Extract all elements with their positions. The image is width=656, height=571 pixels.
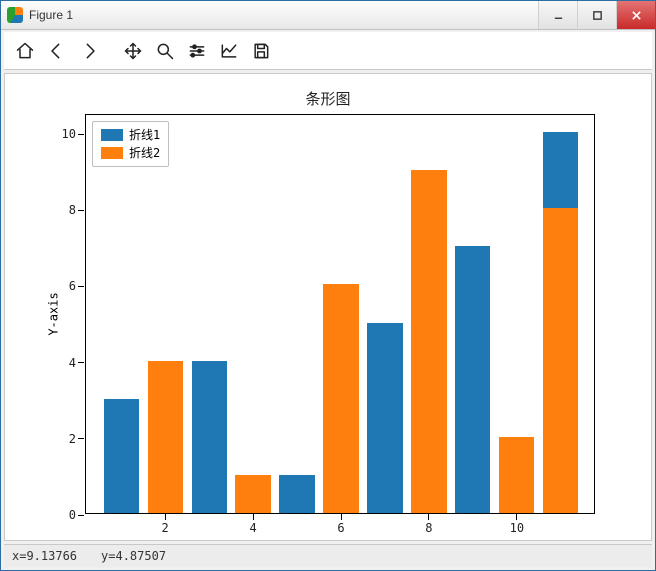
y-tick-label: 10 <box>62 127 86 141</box>
x-tick-label: 8 <box>425 513 432 535</box>
figure-window: Figure 1 条 <box>0 0 656 571</box>
window-buttons <box>538 1 655 29</box>
y-tick-label: 0 <box>69 508 86 522</box>
x-tick-label: 4 <box>249 513 256 535</box>
y-tick-label: 4 <box>69 356 86 370</box>
bar <box>367 323 402 513</box>
bar <box>235 475 270 513</box>
home-button[interactable] <box>10 36 40 66</box>
bar <box>543 208 578 513</box>
legend: 折线1 折线2 <box>92 121 169 167</box>
figure-canvas[interactable]: 条形图 折线1 折线2 X-axis Y-axis 0246810246810 <box>4 73 652 541</box>
minimize-button[interactable] <box>538 1 577 29</box>
bar <box>148 361 183 513</box>
toolbar <box>4 32 652 70</box>
x-tick-label: 2 <box>162 513 169 535</box>
y-tick-label: 8 <box>69 203 86 217</box>
titlebar[interactable]: Figure 1 <box>1 1 655 30</box>
forward-button[interactable] <box>74 36 104 66</box>
legend-label: 折线1 <box>129 126 160 144</box>
bar <box>411 170 446 513</box>
legend-item: 折线1 <box>101 126 160 144</box>
bar <box>192 361 227 513</box>
pan-button[interactable] <box>118 36 148 66</box>
x-axis-label: X-axis <box>86 539 594 541</box>
legend-item: 折线2 <box>101 144 160 162</box>
bar <box>279 475 314 513</box>
bar <box>323 284 358 513</box>
cursor-y: y=4.87507 <box>101 549 166 563</box>
bar <box>499 437 534 513</box>
x-tick-label: 6 <box>337 513 344 535</box>
legend-label: 折线2 <box>129 144 160 162</box>
bar <box>455 246 490 513</box>
cursor-x: x=9.13766 <box>12 549 77 563</box>
bar <box>104 399 139 513</box>
maximize-button[interactable] <box>577 1 616 29</box>
statusbar: x=9.13766 y=4.87507 <box>4 544 652 567</box>
x-tick-label: 10 <box>510 513 524 535</box>
zoom-button[interactable] <box>150 36 180 66</box>
app-icon <box>7 7 23 23</box>
window-title: Figure 1 <box>29 8 538 22</box>
save-button[interactable] <box>246 36 276 66</box>
legend-swatch-icon <box>101 147 123 159</box>
configure-subplots-button[interactable] <box>182 36 212 66</box>
axes[interactable]: 折线1 折线2 X-axis Y-axis 0246810246810 <box>85 114 595 514</box>
y-axis-label: Y-axis <box>47 292 61 335</box>
edit-axes-button[interactable] <box>214 36 244 66</box>
y-tick-label: 2 <box>69 432 86 446</box>
back-button[interactable] <box>42 36 72 66</box>
chart-title: 条形图 <box>5 88 651 109</box>
y-tick-label: 6 <box>69 279 86 293</box>
close-button[interactable] <box>616 1 655 29</box>
legend-swatch-icon <box>101 129 123 141</box>
